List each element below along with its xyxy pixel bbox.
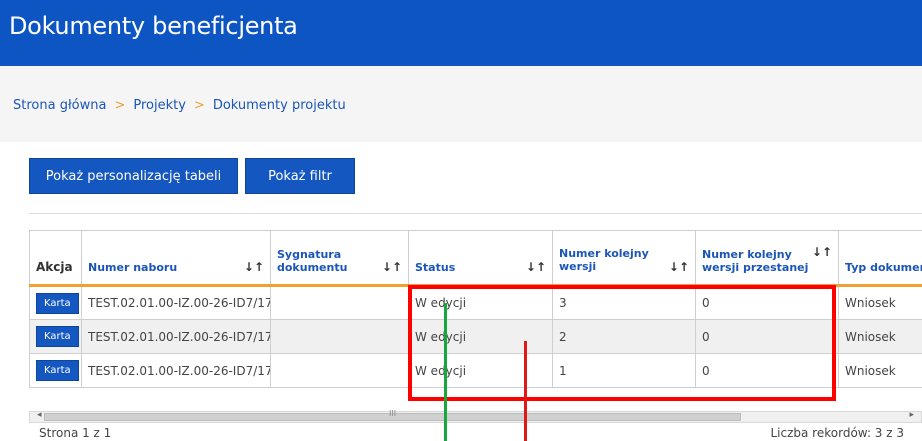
divider: [29, 213, 922, 214]
page-header: Dokumenty beneficjenta: [0, 0, 922, 66]
horizontal-scrollbar[interactable]: ◂ III ▸: [29, 409, 922, 423]
sort-icon[interactable]: ↓↑: [812, 246, 832, 259]
column-header-numer-kolejny-wersji-przestanej[interactable]: Numer kolejny wersji przestanej ↓↑: [695, 230, 839, 287]
status-cell: W edycji: [408, 285, 553, 320]
show-table-personalization-button[interactable]: Pokaż personalizację tabeli: [29, 158, 238, 194]
sort-icon[interactable]: ↓↑: [244, 261, 264, 274]
sort-icon[interactable]: ↓↑: [382, 261, 402, 274]
column-header-label: Typ dokumentu: [845, 261, 922, 274]
karta-button[interactable]: Karta: [36, 326, 79, 347]
sort-icon[interactable]: ↓↑: [526, 261, 546, 274]
table-row: Karta TEST.02.01.00-IZ.00-26-ID7/17 W ed…: [29, 353, 922, 388]
column-header-label: Akcja: [36, 260, 73, 274]
karta-button[interactable]: Karta: [36, 292, 79, 314]
action-cell: Karta: [29, 319, 82, 354]
status-cell: W edycji: [408, 353, 553, 388]
documents-table-wrapper: Akcja Numer naboru ↓↑ Sygnatura dokumentu…: [29, 230, 922, 393]
status-cell: W edycji: [408, 319, 553, 354]
numer-wersji-cell: 3: [552, 285, 696, 320]
sygnatura-cell: [270, 285, 409, 320]
breadcrumb-separator: >: [193, 98, 205, 113]
sygnatura-cell: [270, 353, 409, 388]
show-filter-button[interactable]: Pokaż filtr: [245, 158, 355, 194]
column-header-status[interactable]: Status ↓↑: [408, 230, 553, 287]
column-header-numer-kolejny-wersji[interactable]: Numer kolejny wersji ↓↑: [552, 230, 696, 287]
page-title: Dokumenty beneficjenta: [9, 12, 298, 40]
column-header-typ-dokumentu[interactable]: Typ dokumentu: [838, 230, 922, 287]
typ-dokumentu-cell: Wniosek: [838, 319, 922, 354]
numer-naboru-cell: TEST.02.01.00-IZ.00-26-ID7/17: [81, 319, 271, 354]
breadcrumb-project-documents[interactable]: Dokumenty projektu: [213, 98, 346, 113]
table-row: Karta TEST.02.01.00-IZ.00-26-ID7/17 W ed…: [29, 285, 922, 320]
typ-dokumentu-cell: Wniosek: [838, 353, 922, 388]
action-cell: Karta: [29, 285, 82, 320]
green-annotation-line: [444, 303, 447, 441]
numer-wersji-przestanej-cell: 0: [695, 353, 839, 388]
column-header-sygnatura-dokumentu[interactable]: Sygnatura dokumentu ↓↑: [270, 230, 409, 287]
column-header-label: Numer kolejny wersji: [559, 247, 649, 273]
numer-wersji-przestanej-cell: 0: [695, 285, 839, 320]
column-header-label: Sygnatura dokumentu: [277, 248, 348, 274]
scrollbar-grip-icon: III: [389, 409, 397, 418]
scroll-left-arrow-icon[interactable]: ◂: [37, 410, 42, 420]
action-cell: Karta: [29, 353, 82, 388]
breadcrumb-bar: Strona główna > Projekty > Dokumenty projekt…: [0, 66, 922, 142]
table-row: Karta TEST.02.01.00-IZ.00-26-ID7/17 W ed…: [29, 319, 922, 354]
numer-naboru-cell: TEST.02.01.00-IZ.00-26-ID7/17: [81, 285, 271, 320]
page: Dokumenty beneficjenta Strona główna > Pro…: [0, 0, 922, 441]
column-header-numer-naboru[interactable]: Numer naboru ↓↑: [81, 230, 271, 287]
typ-dokumentu-cell: Wniosek: [838, 285, 922, 320]
records-count: Liczba rekordów: 3 z 3: [770, 426, 904, 440]
red-annotation-line: [524, 341, 527, 441]
karta-button[interactable]: Karta: [36, 360, 79, 381]
page-info: Strona 1 z 1: [39, 426, 112, 440]
numer-wersji-cell: 2: [552, 319, 696, 354]
table-header-row: Akcja Numer naboru ↓↑ Sygnatura dokumentu…: [29, 230, 922, 287]
scroll-right-arrow-icon[interactable]: ▸: [909, 410, 914, 420]
documents-table: Akcja Numer naboru ↓↑ Sygnatura dokumentu…: [29, 230, 922, 388]
breadcrumb-projects[interactable]: Projekty: [133, 98, 186, 113]
numer-naboru-cell: TEST.02.01.00-IZ.00-26-ID7/17: [81, 353, 271, 388]
numer-wersji-cell: 1: [552, 353, 696, 388]
column-header-label: Numer kolejny wersji przestanej: [702, 248, 809, 274]
scrollbar-thumb[interactable]: III: [44, 409, 741, 421]
sort-icon[interactable]: ↓↑: [669, 261, 689, 274]
column-header-akcja: Akcja: [29, 230, 82, 287]
column-header-label: Numer naboru: [88, 261, 178, 274]
breadcrumb: Strona główna > Projekty > Dokumenty projekt…: [13, 98, 346, 113]
column-header-label: Status: [415, 261, 456, 274]
sygnatura-cell: [270, 319, 409, 354]
breadcrumb-separator: >: [114, 98, 126, 113]
numer-wersji-przestanej-cell: 0: [695, 319, 839, 354]
breadcrumb-home[interactable]: Strona główna: [13, 98, 106, 113]
